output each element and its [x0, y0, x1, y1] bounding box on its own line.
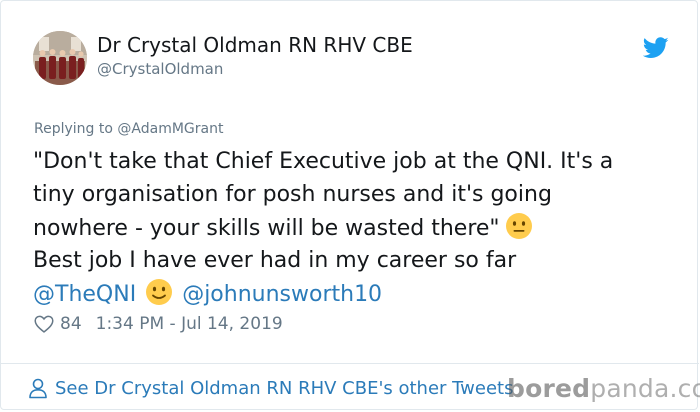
slightly-smiling-face-emoji: [146, 279, 173, 305]
tweet-text: "Don't take that Chief Executive job at …: [33, 145, 683, 310]
tweet-line-4: Best job I have ever had in my career so…: [33, 248, 517, 273]
like-count[interactable]: 84: [60, 314, 82, 334]
twitter-bird-icon[interactable]: [643, 37, 669, 59]
avatar[interactable]: [33, 31, 87, 85]
person-icon: [29, 378, 47, 399]
boredpanda-watermark: boredpanda.com: [507, 374, 700, 403]
watermark-suffix: panda.com: [590, 374, 700, 403]
tweet-card: Dr Crystal Oldman RN RHV CBE @CrystalOld…: [0, 0, 700, 410]
replying-to-label: Replying to: [34, 121, 113, 137]
tweet-line-3-row: nowhere - your skills will be wasted the…: [33, 211, 683, 244]
mention-theqni[interactable]: @TheQNI: [33, 282, 136, 307]
tweet-meta: 84 1:34 PM - Jul 14, 2019: [34, 314, 283, 334]
tweet-timestamp[interactable]: 1:34 PM - Jul 14, 2019: [96, 314, 283, 334]
see-other-tweets-link[interactable]: See Dr Crystal Oldman RN RHV CBE's other…: [27, 377, 513, 399]
replying-to: Replying to @AdamMGrant: [34, 121, 223, 137]
tweet-line-1: "Don't take that Chief Executive job at …: [33, 149, 614, 174]
tweet-line-5-row: @TheQNI @johnunsworth10: [33, 277, 683, 310]
replying-to-mention[interactable]: @AdamMGrant: [117, 121, 223, 137]
watermark-prefix: bored: [507, 374, 591, 403]
tweet-line-3: nowhere - your skills will be wasted the…: [33, 216, 500, 241]
heart-icon[interactable]: [34, 314, 54, 334]
see-other-tweets-label[interactable]: See Dr Crystal Oldman RN RHV CBE's other…: [55, 378, 513, 399]
author-name[interactable]: Dr Crystal Oldman RN RHV CBE: [97, 33, 413, 57]
avatar-photo: [33, 31, 87, 85]
neutral-face-emoji: [505, 213, 532, 239]
divider: [1, 363, 699, 364]
mention-johnunsworth10[interactable]: @johnunsworth10: [182, 282, 382, 307]
author-handle[interactable]: @CrystalOldman: [97, 60, 223, 78]
tweet-line-2: tiny organisation for posh nurses and it…: [33, 182, 552, 207]
